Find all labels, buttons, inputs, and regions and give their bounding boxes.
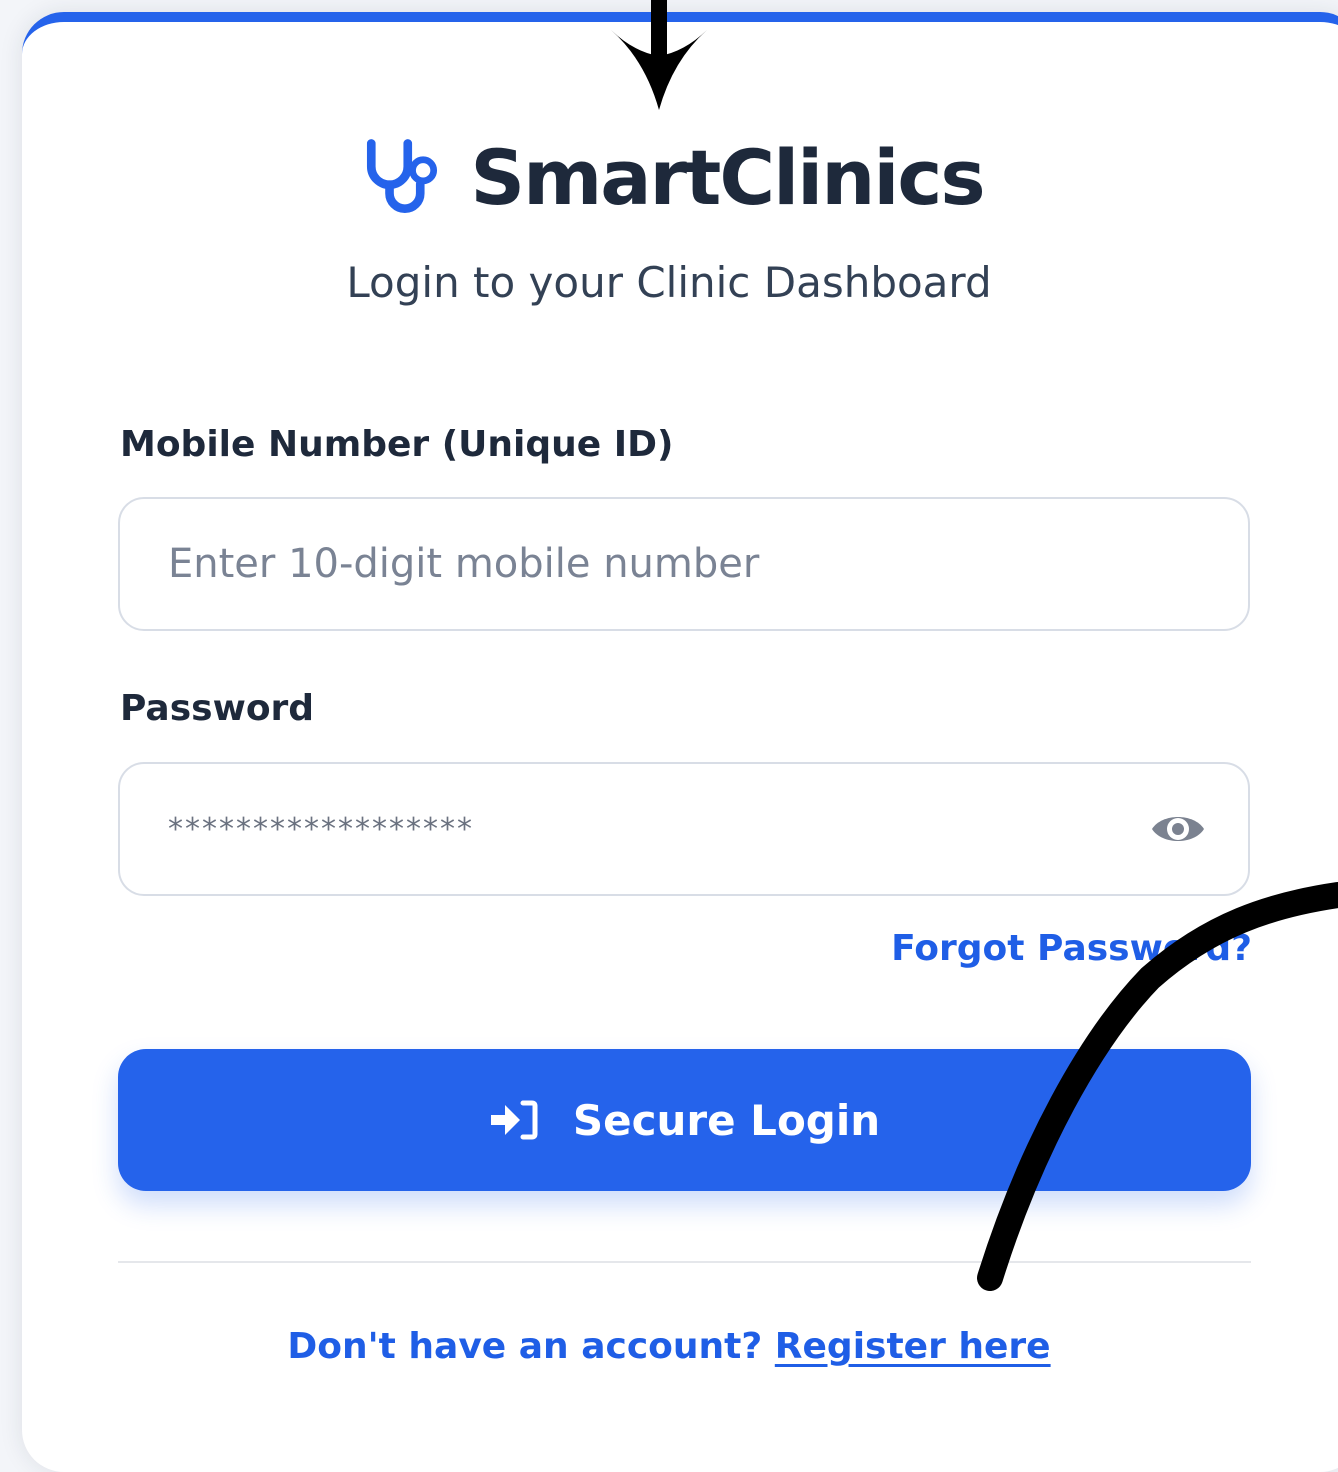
eye-icon[interactable] xyxy=(1148,806,1208,852)
login-arrow-icon xyxy=(490,1100,538,1140)
mobile-number-label: Mobile Number (Unique ID) xyxy=(120,424,674,465)
secure-login-label: Secure Login xyxy=(572,1095,881,1145)
brand-name: SmartClinics xyxy=(470,133,985,222)
password-input[interactable] xyxy=(168,764,1128,894)
password-label: Password xyxy=(120,688,315,729)
login-card xyxy=(22,12,1338,1472)
register-prompt-text: Don't have an account? xyxy=(287,1326,763,1367)
register-link[interactable]: Register here xyxy=(775,1326,1051,1367)
mobile-number-field-box xyxy=(118,497,1250,631)
page-subtitle: Login to your Clinic Dashboard xyxy=(346,258,992,307)
mobile-number-input[interactable] xyxy=(168,499,1128,629)
forgot-password-link[interactable]: Forgot Password? xyxy=(891,928,1252,969)
secure-login-button[interactable]: Secure Login xyxy=(118,1049,1251,1191)
brand-header: SmartClinics xyxy=(0,128,1338,228)
password-field-box xyxy=(118,762,1250,896)
stethoscope-icon xyxy=(367,139,438,213)
divider xyxy=(118,1261,1251,1263)
register-prompt: Don't have an account? Register here xyxy=(0,1326,1338,1367)
